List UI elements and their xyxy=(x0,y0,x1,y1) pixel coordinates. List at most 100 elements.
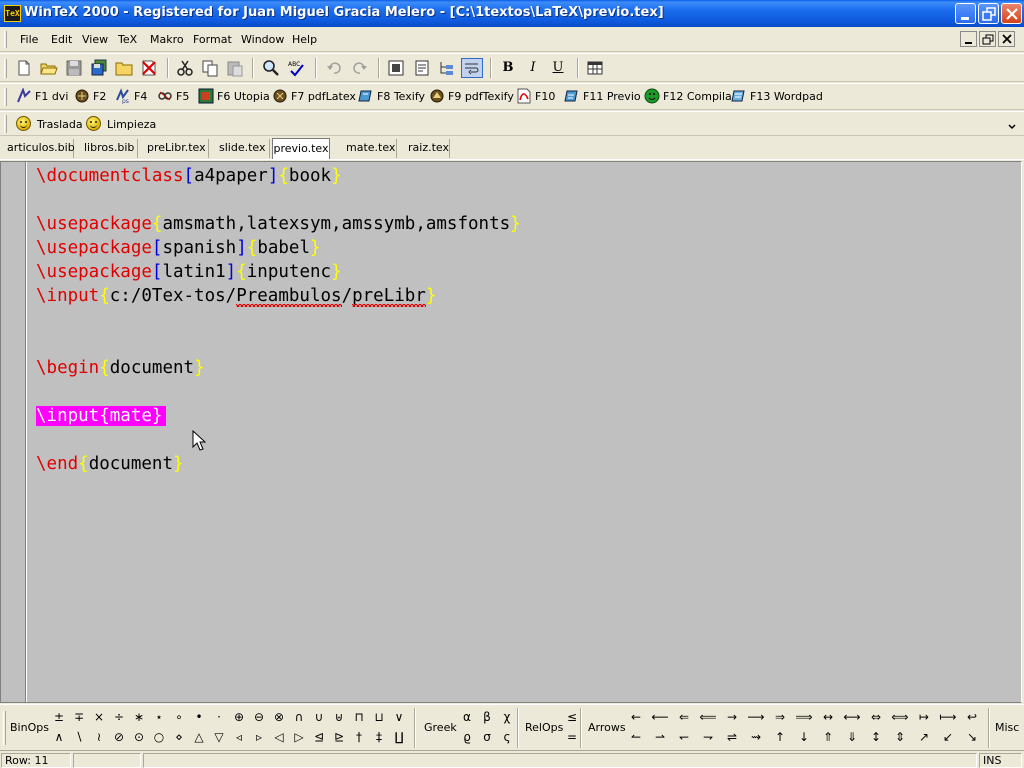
menu-help[interactable]: Help xyxy=(292,33,317,46)
arrow-symbol-button[interactable]: ⇌ xyxy=(723,728,741,746)
arrow-symbol-button[interactable]: ⟹ xyxy=(795,708,813,726)
spell-check-button[interactable]: ABC xyxy=(287,59,305,77)
close-file-button[interactable] xyxy=(140,59,158,77)
binops-tab[interactable]: BinOps xyxy=(10,721,49,734)
italic-button[interactable]: I xyxy=(524,59,542,77)
arrow-symbol-button[interactable]: ← xyxy=(627,708,645,726)
toolbar-grip[interactable] xyxy=(4,59,7,78)
binop-symbol-button[interactable]: ⊙ xyxy=(130,728,148,746)
arrow-symbol-button[interactable]: ⇀ xyxy=(651,728,669,746)
arrow-symbol-button[interactable]: ↔ xyxy=(819,708,837,726)
arrow-symbol-button[interactable]: ⇓ xyxy=(843,728,861,746)
binop-symbol-button[interactable]: ∪ xyxy=(310,708,328,726)
menu-tex[interactable]: TeX xyxy=(118,33,137,46)
binop-symbol-button[interactable]: ∘ xyxy=(170,708,188,726)
binop-symbol-button[interactable]: ○ xyxy=(150,728,168,746)
redo-button[interactable] xyxy=(351,59,369,77)
new-file-button[interactable] xyxy=(15,59,33,77)
tool-button-1[interactable] xyxy=(387,59,405,77)
binop-symbol-button[interactable]: ⊕ xyxy=(230,708,248,726)
greek-symbol-button[interactable]: σ xyxy=(478,728,496,746)
selected-text[interactable]: \input{mate} xyxy=(36,406,167,426)
binop-symbol-button[interactable]: ⊴ xyxy=(310,728,328,746)
binop-symbol-button[interactable]: ≀ xyxy=(90,728,108,746)
underline-button[interactable]: U xyxy=(549,59,567,77)
arrow-symbol-button[interactable]: ↽ xyxy=(675,728,693,746)
arrow-symbol-button[interactable]: ⇐ xyxy=(675,708,693,726)
code-line[interactable]: \usepackage[spanish]{babel} xyxy=(36,236,321,260)
binop-symbol-button[interactable]: ∖ xyxy=(70,728,88,746)
binop-symbol-button[interactable]: ∓ xyxy=(70,708,88,726)
code-line[interactable]: \usepackage[latin1]{inputenc} xyxy=(36,260,342,284)
arrow-symbol-button[interactable]: ⇒ xyxy=(771,708,789,726)
binop-symbol-button[interactable]: ÷ xyxy=(110,708,128,726)
arrows-tab[interactable]: Arrows xyxy=(588,721,626,734)
tab-prelibr-tex[interactable]: preLibr.tex xyxy=(138,139,209,158)
menu-format[interactable]: Format xyxy=(193,33,232,46)
binop-symbol-button[interactable]: ▷ xyxy=(290,728,308,746)
mdi-restore-button[interactable] xyxy=(979,31,996,47)
tab-articulos-bib[interactable]: articulos.bib xyxy=(0,139,75,158)
code-line[interactable]: \end{document} xyxy=(36,452,184,476)
arrow-symbol-button[interactable]: ↼ xyxy=(627,728,645,746)
close-button[interactable] xyxy=(1001,3,1022,24)
restore-button[interactable] xyxy=(978,3,999,24)
arrow-symbol-button[interactable]: ⇕ xyxy=(891,728,909,746)
cut-button[interactable] xyxy=(176,59,194,77)
binop-symbol-button[interactable]: ▽ xyxy=(210,728,228,746)
binop-symbol-button[interactable]: ▹ xyxy=(250,728,268,746)
misc-tab[interactable]: Misc xyxy=(995,721,1019,734)
menu-edit[interactable]: Edit xyxy=(51,33,72,46)
tool-button-2[interactable] xyxy=(413,59,431,77)
binop-symbol-button[interactable]: △ xyxy=(190,728,208,746)
word-wrap-button[interactable] xyxy=(461,58,483,78)
mdi-close-button[interactable] xyxy=(998,31,1015,47)
save-button[interactable] xyxy=(65,59,83,77)
arrow-symbol-button[interactable]: ⇑ xyxy=(819,728,837,746)
arrow-symbol-button[interactable]: ↘ xyxy=(963,728,981,746)
greek-tab[interactable]: Greek xyxy=(424,721,457,734)
arrow-symbol-button[interactable]: ↩ xyxy=(963,708,981,726)
mdi-minimize-button[interactable] xyxy=(960,31,977,47)
arrow-symbol-button[interactable]: ⟸ xyxy=(699,708,717,726)
binop-symbol-button[interactable]: ⊗ xyxy=(270,708,288,726)
paste-button[interactable] xyxy=(226,59,244,77)
find-button[interactable] xyxy=(262,59,280,77)
app-icon[interactable]: TeX xyxy=(4,5,21,22)
arrow-symbol-button[interactable]: ↕ xyxy=(867,728,885,746)
greek-symbol-button[interactable]: ϱ xyxy=(458,728,476,746)
code-line[interactable]: \begin{document} xyxy=(36,356,205,380)
binop-symbol-button[interactable]: † xyxy=(350,728,368,746)
code-line[interactable]: \usepackage{amsmath,latexsym,amssymb,ams… xyxy=(36,212,521,236)
binop-symbol-button[interactable]: ⊓ xyxy=(350,708,368,726)
arrow-symbol-button[interactable]: ↑ xyxy=(771,728,789,746)
binop-symbol-button[interactable]: ⊔ xyxy=(370,708,388,726)
arrow-symbol-button[interactable]: ⟵ xyxy=(651,708,669,726)
minimize-button[interactable] xyxy=(955,3,976,24)
code-editor[interactable]: \documentclass[a4paper]{book} \usepackage… xyxy=(0,161,1022,703)
binop-symbol-button[interactable]: ∨ xyxy=(390,708,408,726)
arrow-symbol-button[interactable]: ⟼ xyxy=(939,708,957,726)
relop-symbol-button[interactable]: = xyxy=(563,728,581,746)
open-file-button[interactable] xyxy=(40,59,58,77)
palette-grip[interactable] xyxy=(3,711,6,745)
folder-button[interactable] xyxy=(115,59,133,77)
code-line[interactable]: \documentclass[a4paper]{book} xyxy=(36,164,342,188)
undo-button[interactable] xyxy=(325,59,343,77)
arrow-symbol-button[interactable]: ⇝ xyxy=(747,728,765,746)
tool-button-3[interactable] xyxy=(438,59,456,77)
table-button[interactable] xyxy=(586,59,604,77)
menu-grip[interactable] xyxy=(4,31,7,48)
arrow-symbol-button[interactable]: ⟺ xyxy=(891,708,909,726)
arrow-symbol-button[interactable]: ⇔ xyxy=(867,708,885,726)
binop-symbol-button[interactable]: ∧ xyxy=(50,728,68,746)
relops-tab[interactable]: RelOps xyxy=(525,721,563,734)
binop-symbol-button[interactable]: ⊖ xyxy=(250,708,268,726)
greek-symbol-button[interactable]: β xyxy=(478,708,496,726)
tab-slide-tex[interactable]: slide.tex xyxy=(209,139,270,158)
binop-symbol-button[interactable]: ⋄ xyxy=(170,728,188,746)
arrow-symbol-button[interactable]: ↙ xyxy=(939,728,957,746)
arrow-symbol-button[interactable]: → xyxy=(723,708,741,726)
chevron-down-icon[interactable] xyxy=(1008,124,1016,130)
binop-symbol-button[interactable]: ◃ xyxy=(230,728,248,746)
